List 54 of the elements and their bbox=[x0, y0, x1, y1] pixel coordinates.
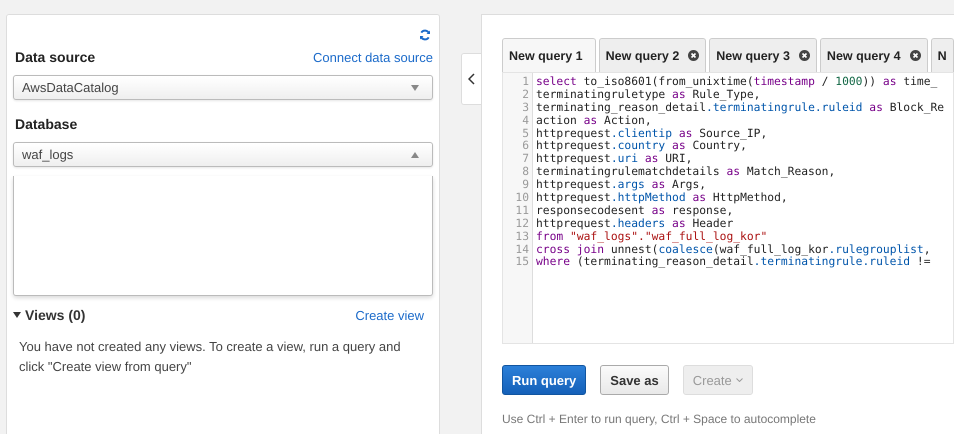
line-number: 13 bbox=[514, 230, 530, 244]
query-tab[interactable]: New query 1 bbox=[502, 38, 596, 72]
line-number: 3 bbox=[521, 102, 530, 115]
line-number: 11 bbox=[514, 204, 530, 218]
code-line: responsecodesent as response, bbox=[536, 204, 734, 218]
line-number: 2 bbox=[521, 88, 530, 102]
views-header[interactable]: Views (0) bbox=[13, 307, 86, 323]
code-line: cross join unnest(coalesce(waf_full_log_kor.rulegrouplist, bbox=[536, 244, 931, 256]
code-line: where (terminating_reason_detail.terminatingrule.ruleid != bbox=[536, 256, 930, 270]
hint-text: Use Ctrl + Enter to run query, Ctrl + Space to autocomplete bbox=[502, 412, 817, 426]
code-line: from "waf_logs"."waf_full_log_kor" bbox=[536, 230, 768, 243]
code-line: terminatingrulematchdetails as Match_Reason, bbox=[536, 166, 836, 179]
code-line: httprequest.clientip as Source_IP, bbox=[536, 128, 768, 140]
data-source-select[interactable]: AwsDataCatalog bbox=[13, 75, 433, 100]
close-icon[interactable] bbox=[910, 50, 921, 61]
code-line: httprequest.headers as Header bbox=[536, 218, 734, 231]
code-editor[interactable] bbox=[502, 72, 954, 344]
database-select[interactable]: waf_logs bbox=[13, 142, 433, 167]
line-number: 5 bbox=[521, 128, 530, 140]
query-tab[interactable]: New query 2 bbox=[598, 38, 706, 72]
refresh-icon[interactable] bbox=[419, 29, 431, 41]
connect-link[interactable]: Connect data source bbox=[313, 50, 433, 64]
line-number: 14 bbox=[514, 244, 530, 256]
close-icon[interactable] bbox=[798, 50, 810, 61]
close-icon[interactable] bbox=[688, 50, 700, 61]
code-line: httprequest.args as Args, bbox=[536, 179, 706, 192]
code-line: httprequest.httpMethod as HttpMethod, bbox=[536, 192, 788, 205]
action-button[interactable]: Run query bbox=[502, 365, 586, 395]
query-tab[interactable]: New query 4 bbox=[820, 38, 928, 72]
section-label: Data source bbox=[15, 49, 96, 65]
action-button[interactable]: Save as bbox=[600, 365, 669, 395]
collapse-button[interactable] bbox=[461, 53, 481, 105]
line-number: 15 bbox=[514, 256, 530, 270]
line-number: 6 bbox=[521, 140, 530, 154]
code-line: action as Action, bbox=[536, 114, 652, 128]
code-line: httprequest.country as Country, bbox=[536, 140, 747, 153]
line-number: 8 bbox=[521, 166, 530, 180]
create-view-link[interactable]: Create view bbox=[355, 308, 424, 322]
chevron-left-icon bbox=[468, 73, 475, 85]
views-message: You have not created any views. To create a view, run a query and click "Create view from query" bbox=[19, 338, 402, 376]
line-number: 7 bbox=[521, 153, 530, 166]
line-number: 10 bbox=[514, 192, 530, 205]
line-number: 1 bbox=[521, 76, 530, 89]
line-number: 12 bbox=[514, 218, 530, 231]
code-line: terminating_reason_detail.terminatingrule.ruleid as Block_Re bbox=[536, 102, 944, 115]
code-line: httprequest.uri as URI, bbox=[536, 153, 692, 166]
code-line: terminatingruletype as Rule_Type, bbox=[536, 88, 760, 102]
line-number: 9 bbox=[521, 179, 530, 192]
query-tab[interactable]: New query 3 bbox=[709, 38, 817, 72]
chevron-down-icon bbox=[736, 378, 743, 382]
line-number: 4 bbox=[521, 114, 530, 128]
section-label: Database bbox=[15, 116, 78, 132]
query-tab[interactable]: N bbox=[930, 38, 954, 72]
code-line: select to_iso8601(from_unixtime(timestamp / 1000)) as time_ bbox=[536, 76, 938, 89]
